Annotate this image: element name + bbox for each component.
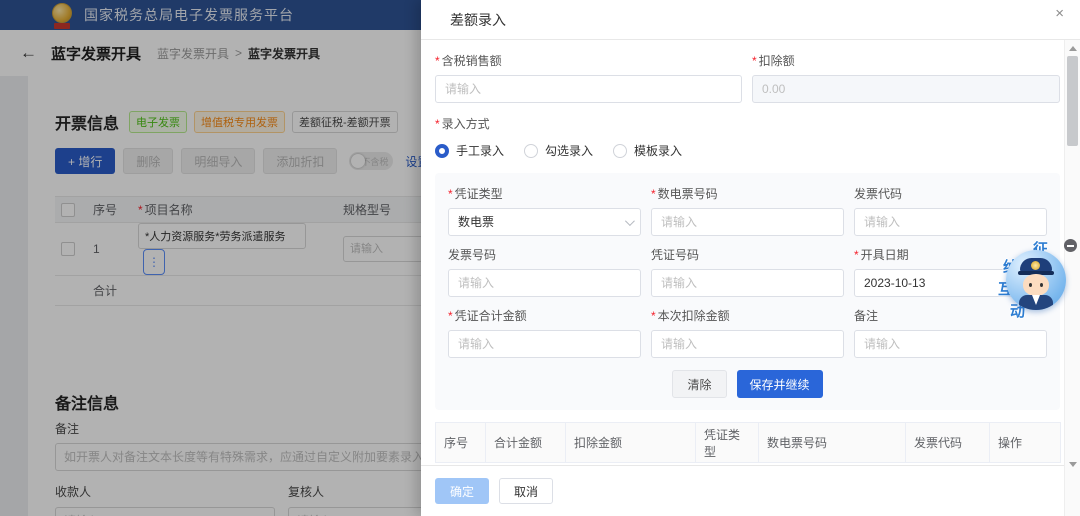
invoice-no-label: 发票号码 [448,246,641,263]
voucher-list-table: 序号 合计金额 扣除金额 凭证类型 数电票号码 发票代码 操作 [435,422,1061,463]
voucher-total-input[interactable] [448,330,641,358]
modal-mask [0,0,421,516]
digital-invoice-no-input[interactable] [651,208,844,236]
col-invoice-code: 发票代码 [906,423,990,463]
entry-mode-radio-group: 手工录入 勾选录入 模板录入 [435,142,1060,159]
invoice-code-label: 发票代码 [854,185,1047,202]
deduction-input [752,75,1060,103]
difference-entry-drawer: 差额录入 × *含税销售额 *扣除额 *录入方式 手工录入 [421,0,1080,516]
current-deduction-input[interactable] [651,330,844,358]
tax-interaction-mascot[interactable]: 征 纳 互 动 [988,234,1066,322]
voucher-type-select[interactable]: 数电票 [448,208,641,236]
drawer-header: 差额录入 × [421,0,1080,40]
radio-manual-entry[interactable]: 手工录入 [435,142,504,159]
current-deduction-label: *本次扣除金额 [651,307,844,324]
close-icon[interactable]: × [1055,6,1064,21]
mascot-avatar [1006,250,1066,310]
radio-dot-icon [613,144,627,158]
taxed-sales-input[interactable] [435,75,742,103]
taxed-sales-label: *含税销售额 [435,52,742,69]
save-and-continue-button[interactable]: 保存并继续 [737,370,823,398]
radio-dot-icon [435,144,449,158]
radio-template-entry[interactable]: 模板录入 [613,142,682,159]
deduction-label: *扣除额 [752,52,1060,69]
radio-dot-icon [524,144,538,158]
voucher-form-panel: *凭证类型 数电票 *数电票号码 发票代码 [435,173,1060,410]
radio-tick-entry[interactable]: 勾选录入 [524,142,593,159]
drawer-scrollbar[interactable] [1064,40,1080,516]
table-header-row: 序号 合计金额 扣除金额 凭证类型 数电票号码 发票代码 操作 [436,423,1061,463]
voucher-no-input[interactable] [651,269,844,297]
invoice-no-input[interactable] [448,269,641,297]
collapse-icon[interactable] [1064,239,1077,252]
voucher-type-label: *凭证类型 [448,185,641,202]
col-actions: 操作 [990,423,1061,463]
scroll-down-icon[interactable] [1069,462,1077,467]
drawer-title: 差额录入 [450,10,1055,30]
entry-mode-label: *录入方式 [435,117,490,131]
confirm-button[interactable]: 确定 [435,478,489,504]
cancel-button[interactable]: 取消 [499,478,553,504]
col-total-amount: 合计金额 [486,423,566,463]
col-index: 序号 [436,423,486,463]
digital-invoice-no-label: *数电票号码 [651,185,844,202]
col-voucher-type: 凭证类型 [696,423,759,463]
scroll-up-icon[interactable] [1069,46,1077,51]
voucher-total-label: *凭证合计金额 [448,307,641,324]
col-digital-invoice-no: 数电票号码 [759,423,906,463]
drawer-footer: 确定 取消 [421,465,1064,516]
invoice-code-input[interactable] [854,208,1047,236]
drawer-body: *含税销售额 *扣除额 *录入方式 手工录入 勾选录 [421,40,1080,463]
voucher-no-label: 凭证号码 [651,246,844,263]
voucher-remark-input[interactable] [854,330,1047,358]
scrollbar-thumb[interactable] [1067,56,1078,146]
col-deduction-amount: 扣除金额 [566,423,696,463]
clear-button[interactable]: 清除 [672,370,726,398]
screen: 国家税务总局电子发票服务平台 ← 蓝字发票开具 蓝字发票开具 > 蓝字发票开具 … [0,0,1080,516]
